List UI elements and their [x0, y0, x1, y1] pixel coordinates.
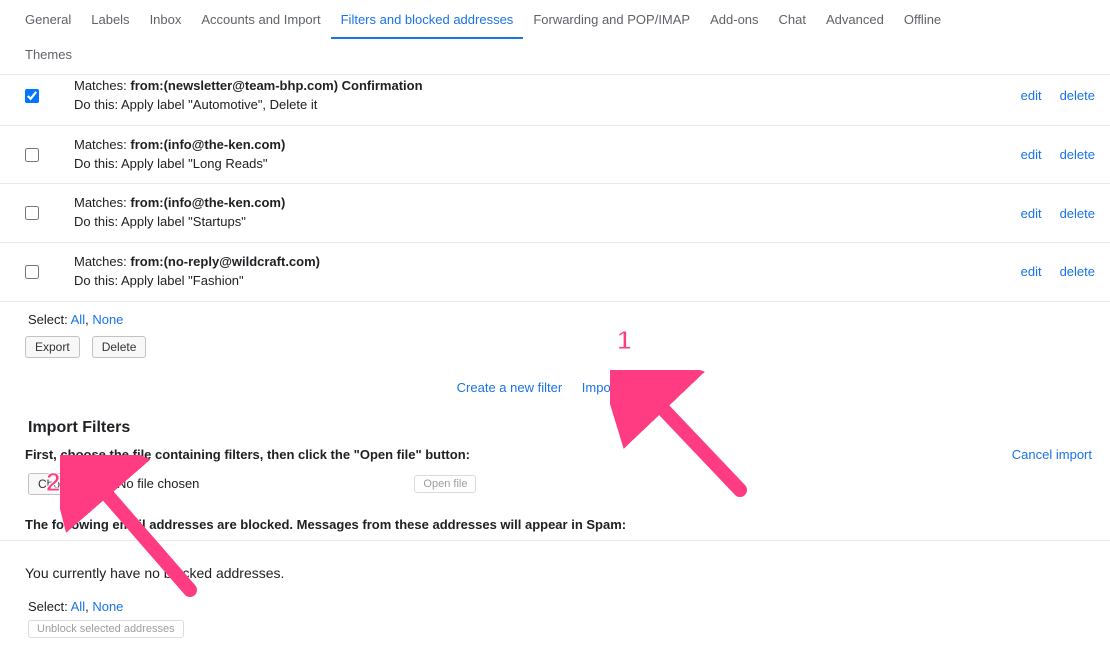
delete-filter-link[interactable]: delete	[1060, 147, 1095, 162]
create-filter-link[interactable]: Create a new filter	[457, 380, 563, 395]
filter-dothis: Do this: Apply label "Fashion"	[74, 272, 1021, 291]
export-button[interactable]: Export	[25, 336, 80, 358]
matches-criteria: from:(info@the-ken.com)	[130, 195, 285, 210]
filter-dothis: Do this: Apply label "Automotive", Delet…	[74, 96, 1021, 115]
blocked-addresses-msg: You currently have no blocked addresses.	[0, 541, 1110, 599]
filters-content: Matches: from:(newsletter@team-bhp.com) …	[0, 75, 1110, 648]
filter-text: Matches: from:(info@the-ken.com) Do this…	[74, 136, 1021, 174]
cancel-import-link[interactable]: Cancel import	[1012, 447, 1092, 462]
matches-prefix: Matches:	[74, 78, 130, 93]
open-file-button[interactable]: Open file	[414, 475, 476, 493]
tab-advanced[interactable]: Advanced	[816, 0, 894, 37]
tab-filters[interactable]: Filters and blocked addresses	[331, 0, 524, 39]
tab-accounts[interactable]: Accounts and Import	[191, 0, 330, 37]
matches-criteria: from:(newsletter@team-bhp.com) Confirmat…	[130, 78, 422, 93]
filter-checkbox[interactable]	[25, 206, 39, 220]
import-filters-link[interactable]: Import filters	[582, 380, 654, 395]
tab-inbox[interactable]: Inbox	[140, 0, 192, 37]
export-delete-row: Export Delete	[0, 333, 1110, 364]
file-selection-row: Choose File No file chosen Open file	[0, 473, 1110, 507]
filter-row: Matches: from:(no-reply@wildcraft.com) D…	[0, 243, 1110, 302]
select-all-link[interactable]: All	[71, 599, 85, 614]
filter-text: Matches: from:(info@the-ken.com) Do this…	[74, 194, 1021, 232]
choose-file-button[interactable]: Choose File	[28, 473, 112, 495]
filter-text: Matches: from:(newsletter@team-bhp.com) …	[74, 77, 1021, 115]
delete-filter-link[interactable]: delete	[1060, 88, 1095, 103]
filter-dothis: Do this: Apply label "Long Reads"	[74, 155, 1021, 174]
matches-criteria: from:(info@the-ken.com)	[130, 137, 285, 152]
matches-prefix: Matches:	[74, 254, 130, 269]
matches-prefix: Matches:	[74, 137, 130, 152]
select-none-link[interactable]: None	[92, 312, 123, 327]
select-label: Select:	[28, 312, 71, 327]
select-none-link[interactable]: None	[92, 599, 123, 614]
edit-filter-link[interactable]: edit	[1021, 147, 1042, 162]
delete-filter-link[interactable]: delete	[1060, 206, 1095, 221]
tab-themes[interactable]: Themes	[15, 39, 82, 74]
import-instruction-row: First, choose the file containing filter…	[0, 447, 1110, 473]
import-filters-header: Import Filters	[0, 413, 1110, 447]
import-instruction: First, choose the file containing filter…	[25, 447, 470, 465]
filter-dothis: Do this: Apply label "Startups"	[74, 213, 1021, 232]
edit-filter-link[interactable]: edit	[1021, 264, 1042, 279]
settings-tabs: General Labels Inbox Accounts and Import…	[0, 0, 1110, 75]
matches-criteria: from:(no-reply@wildcraft.com)	[130, 254, 320, 269]
tab-labels[interactable]: Labels	[81, 0, 139, 37]
filter-row: Matches: from:(newsletter@team-bhp.com) …	[0, 75, 1110, 126]
file-status-text: No file chosen	[117, 476, 199, 491]
edit-filter-link[interactable]: edit	[1021, 88, 1042, 103]
delete-button[interactable]: Delete	[92, 336, 147, 358]
tab-forwarding[interactable]: Forwarding and POP/IMAP	[523, 0, 700, 37]
filter-checkbox[interactable]	[25, 89, 39, 103]
filter-row: Matches: from:(info@the-ken.com) Do this…	[0, 126, 1110, 185]
tab-addons[interactable]: Add-ons	[700, 0, 768, 37]
tab-chat[interactable]: Chat	[769, 0, 816, 37]
tab-general[interactable]: General	[15, 0, 81, 37]
delete-filter-link[interactable]: delete	[1060, 264, 1095, 279]
filter-center-links: Create a new filter Import filters	[0, 364, 1110, 413]
blocked-addresses-header: The following email addresses are blocke…	[0, 507, 1110, 541]
unblock-button[interactable]: Unblock selected addresses	[28, 620, 184, 638]
filter-checkbox[interactable]	[25, 148, 39, 162]
select-line: Select: All, None	[0, 302, 1110, 333]
tab-offline[interactable]: Offline	[894, 0, 951, 37]
select-all-link[interactable]: All	[71, 312, 85, 327]
filter-checkbox[interactable]	[25, 265, 39, 279]
filter-text: Matches: from:(no-reply@wildcraft.com) D…	[74, 253, 1021, 291]
matches-prefix: Matches:	[74, 195, 130, 210]
select-line-blocked: Select: All, None	[0, 599, 1110, 614]
select-label: Select:	[28, 599, 71, 614]
filter-row: Matches: from:(info@the-ken.com) Do this…	[0, 184, 1110, 243]
edit-filter-link[interactable]: edit	[1021, 206, 1042, 221]
